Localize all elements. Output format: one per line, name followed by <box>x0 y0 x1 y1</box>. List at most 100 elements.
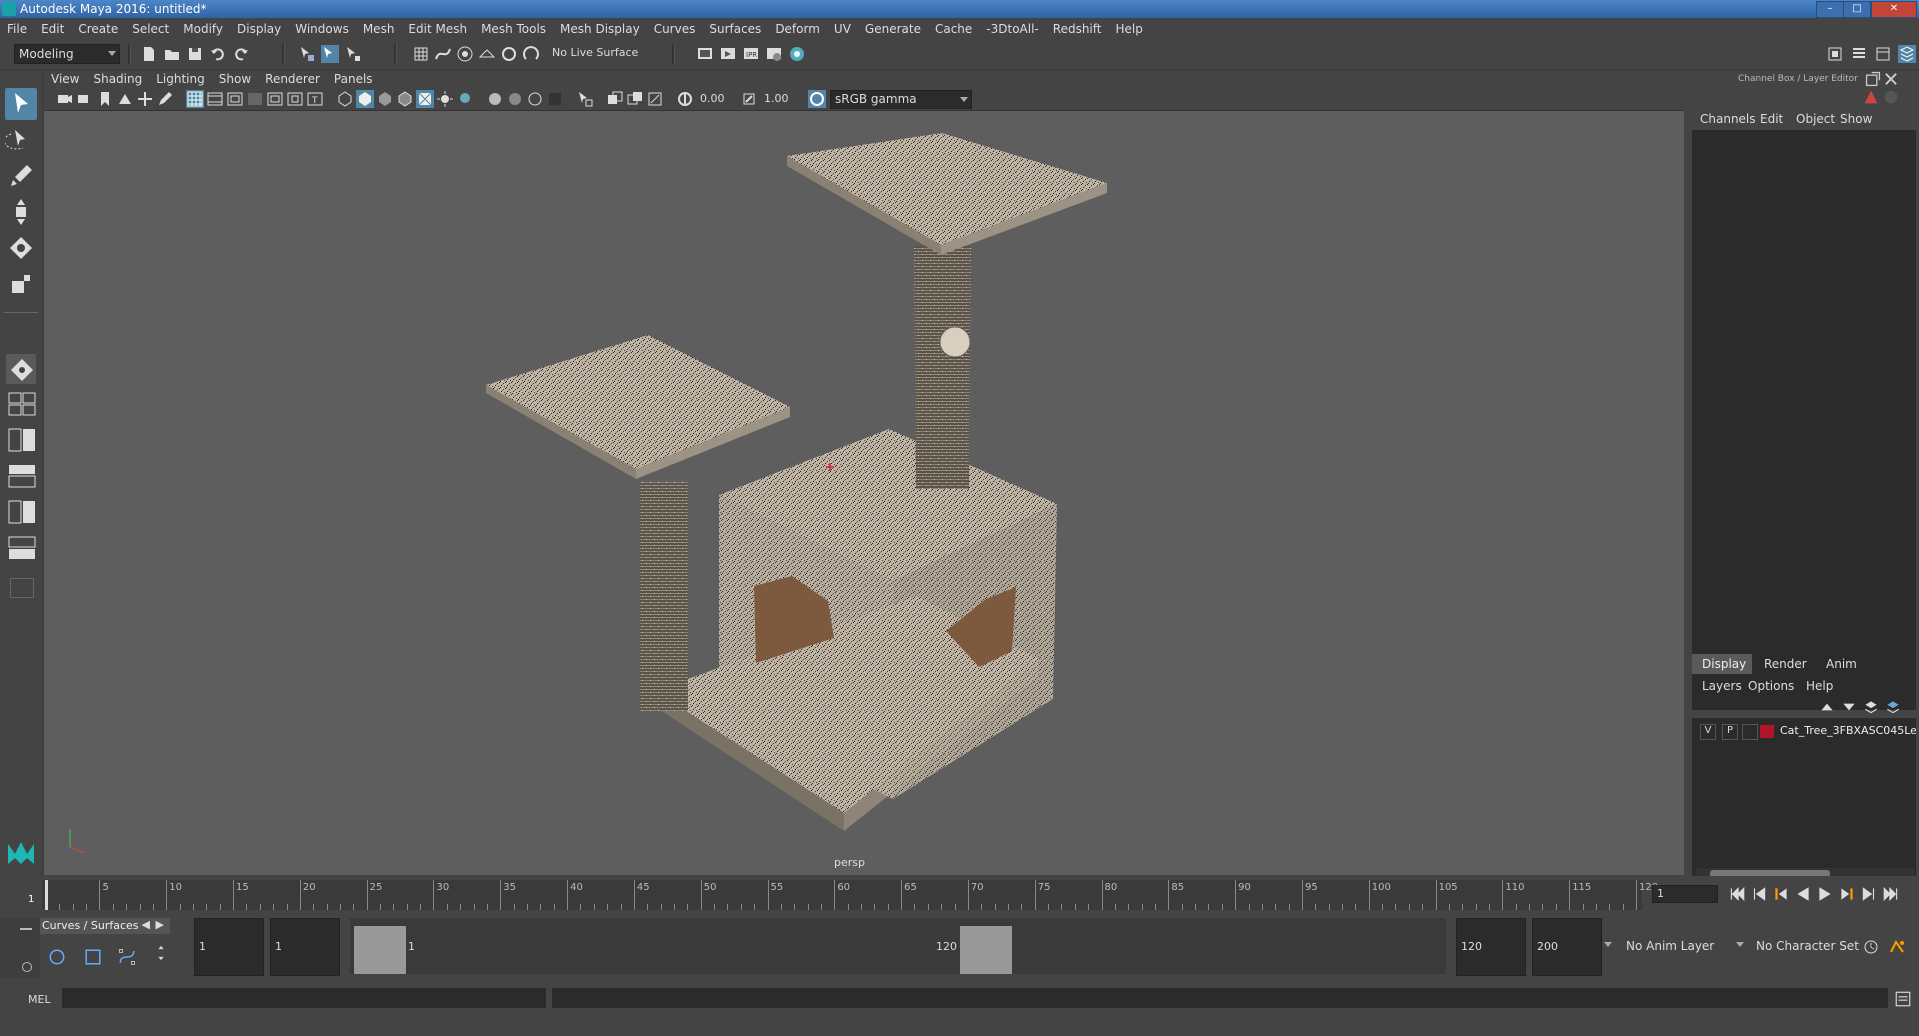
xray-active-icon[interactable] <box>626 90 644 108</box>
screen-space-ao-icon[interactable] <box>486 90 504 108</box>
layer-playback-toggle[interactable]: P <box>1722 724 1738 740</box>
motion-blur-icon[interactable] <box>506 90 524 108</box>
auto-keyframe-icon[interactable] <box>1862 938 1880 956</box>
scale-tool-icon[interactable] <box>5 268 37 300</box>
cv-curve-tool-icon[interactable] <box>118 948 142 972</box>
film-gate-icon[interactable] <box>206 90 224 108</box>
shadows-icon[interactable] <box>456 90 474 108</box>
ipr-render-icon[interactable]: IPR <box>742 45 760 63</box>
layers-menu[interactable]: Layers <box>1702 679 1742 693</box>
use-all-lights-icon[interactable] <box>436 90 454 108</box>
shelf-next-icon[interactable]: ▶ <box>156 918 164 931</box>
new-empty-layer-icon[interactable] <box>1862 698 1878 714</box>
select-hierarchy-icon[interactable] <box>298 45 316 63</box>
paint-select-tool-icon[interactable] <box>5 160 37 192</box>
viewport-persp[interactable]: persp <box>44 111 1684 875</box>
two-pane-layout-icon[interactable] <box>8 428 36 452</box>
image-plane-icon[interactable] <box>116 90 134 108</box>
maya-home-icon[interactable] <box>6 838 36 866</box>
float-panel-icon[interactable] <box>1864 70 1881 87</box>
make-live-icon[interactable] <box>522 45 540 63</box>
play-forward-icon[interactable] <box>1816 885 1832 901</box>
grease-pencil-icon[interactable] <box>156 90 174 108</box>
layer-color-swatch[interactable] <box>1760 725 1774 738</box>
field-chart-icon[interactable] <box>266 90 284 108</box>
animation-preferences-icon[interactable] <box>1888 938 1906 956</box>
shelf-settings-icon[interactable] <box>22 962 32 972</box>
scene-start-field[interactable]: 1 <box>194 918 264 976</box>
two-d-pan-zoom-icon[interactable] <box>136 90 154 108</box>
toggle-attribute-editor-icon[interactable] <box>1850 45 1868 63</box>
step-back-key-icon[interactable] <box>1750 885 1766 901</box>
tab-render[interactable]: Render <box>1764 657 1807 671</box>
toggle-tool-settings-icon[interactable] <box>1874 45 1892 63</box>
select-tool-icon[interactable] <box>5 88 37 120</box>
grid-toggle-icon[interactable] <box>186 90 204 108</box>
outliner-layout-icon[interactable] <box>8 464 36 488</box>
anim-layer-dropdown[interactable]: No Anim Layer <box>1616 918 1726 974</box>
camera-attributes-icon[interactable] <box>76 90 94 108</box>
render-frame-icon[interactable] <box>719 45 737 63</box>
snap-surface-icon[interactable] <box>500 45 518 63</box>
depth-of-field-icon[interactable] <box>546 90 564 108</box>
time-slider-bar[interactable]: 1 5 10 15 20 25 30 35 40 45 50 55 60 65 70 75 80 85 90 95 1… <box>28 880 1658 910</box>
panel-menu-shading[interactable]: Shading <box>86 70 149 88</box>
menu-mesh[interactable]: Mesh <box>356 19 402 39</box>
range-slider[interactable]: 1 120 <box>350 918 1446 974</box>
layer-display-type-toggle[interactable] <box>1742 724 1758 740</box>
panel-menu-view[interactable]: View <box>44 70 86 88</box>
render-settings-icon[interactable] <box>765 45 783 63</box>
go-to-end-icon[interactable] <box>1882 885 1898 901</box>
step-forward-frame-icon[interactable] <box>1838 885 1854 901</box>
lasso-tool-icon[interactable] <box>3 124 37 156</box>
menu-mesh-display[interactable]: Mesh Display <box>553 19 647 39</box>
redo-icon[interactable] <box>232 45 250 63</box>
minimize-button[interactable]: – <box>1816 1 1844 18</box>
menu-help[interactable]: Help <box>1108 19 1149 39</box>
save-scene-icon[interactable] <box>186 45 204 63</box>
step-back-frame-icon[interactable] <box>1772 885 1788 901</box>
play-backward-icon[interactable] <box>1794 885 1810 901</box>
panel-menu-lighting[interactable]: Lighting <box>149 70 212 88</box>
anim-layer-arrow-icon[interactable] <box>1604 942 1612 947</box>
persp-graph-layout-icon[interactable] <box>8 536 36 560</box>
menu-curves[interactable]: Curves <box>647 19 703 39</box>
gamma-field[interactable]: 1.00 <box>760 91 802 106</box>
resolution-gate-icon[interactable] <box>226 90 244 108</box>
tab-anim[interactable]: Anim <box>1826 657 1857 671</box>
last-tool-icon[interactable] <box>6 354 36 384</box>
wireframe-icon[interactable] <box>336 90 354 108</box>
playback-start-field[interactable]: 1 <box>270 918 340 976</box>
toggle-modeling-toolkit-icon[interactable] <box>1826 45 1844 63</box>
script-editor-icon[interactable] <box>1894 990 1911 1007</box>
command-input[interactable] <box>62 988 546 1008</box>
render-view-icon[interactable] <box>696 45 714 63</box>
menu-edit-mesh[interactable]: Edit Mesh <box>401 19 474 39</box>
safe-title-icon[interactable]: T <box>306 90 324 108</box>
shelf-scroll-icon[interactable] <box>152 944 164 972</box>
safe-action-icon[interactable] <box>286 90 304 108</box>
menu-windows[interactable]: Windows <box>288 19 356 39</box>
channel-object-menu[interactable]: Object <box>1796 112 1835 126</box>
rotate-tool-icon[interactable] <box>5 232 37 264</box>
channel-edit-menu[interactable]: Edit <box>1760 112 1783 126</box>
shelf-tab[interactable]: Curves / Surfaces ◀ ▶ <box>40 918 170 934</box>
anti-aliasing-icon[interactable] <box>526 90 544 108</box>
close-button[interactable]: ✕ <box>1871 1 1917 18</box>
layer-row[interactable]: V P Cat_Tree_3FBXASC045Lev <box>1696 722 1916 740</box>
live-surface-field[interactable]: No Live Surface <box>548 45 648 61</box>
xray-icon[interactable] <box>606 90 624 108</box>
smooth-shade-icon[interactable] <box>356 90 374 108</box>
move-tool-icon[interactable] <box>5 196 37 228</box>
menu-uv[interactable]: UV <box>827 19 858 39</box>
menu-edit[interactable]: Edit <box>34 19 71 39</box>
layer-name[interactable]: Cat_Tree_3FBXASC045Lev <box>1780 724 1916 737</box>
select-camera-icon[interactable] <box>56 90 74 108</box>
step-forward-key-icon[interactable] <box>1860 885 1876 901</box>
toggle-channel-box-icon[interactable] <box>1898 45 1916 63</box>
select-component-icon[interactable] <box>344 45 362 63</box>
menu-cache[interactable]: Cache <box>928 19 979 39</box>
menu-deform[interactable]: Deform <box>768 19 827 39</box>
mel-label[interactable]: MEL <box>28 993 51 1006</box>
wireframe-on-shaded-icon[interactable] <box>396 90 414 108</box>
